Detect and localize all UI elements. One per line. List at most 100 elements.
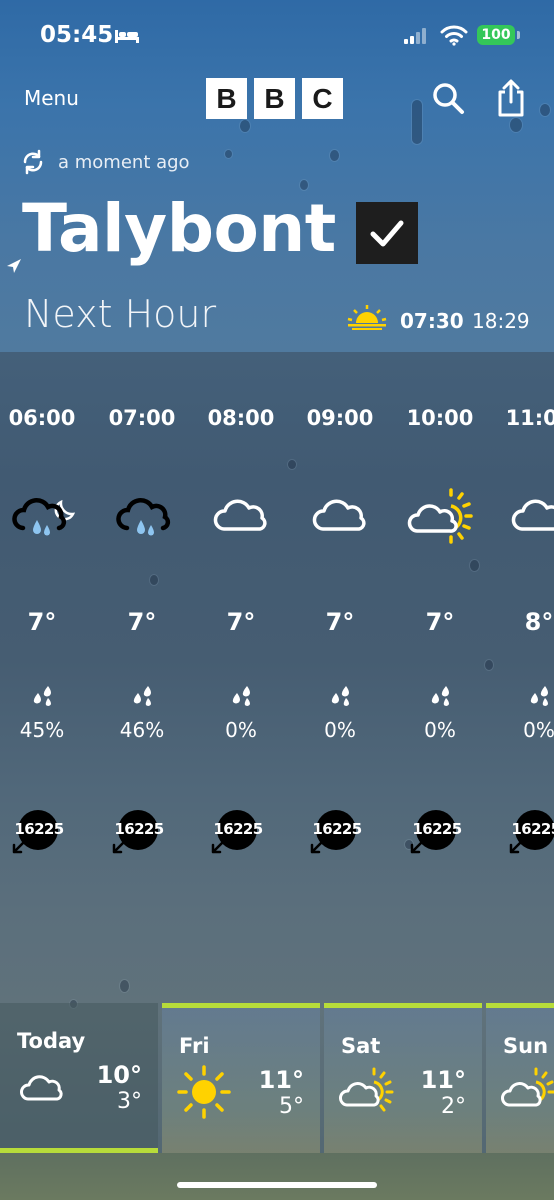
raindrops-icon bbox=[331, 686, 349, 706]
raindrops-icon bbox=[232, 686, 250, 706]
hourly-slot[interactable]: 06:00 7° 45% 16225 bbox=[0, 352, 92, 892]
day-name: Sat bbox=[341, 1034, 381, 1058]
cellular-signal-icon bbox=[404, 28, 426, 44]
hour-time: 07:00 bbox=[108, 406, 176, 430]
hour-temperature: 7° bbox=[27, 608, 57, 636]
cloud-icon bbox=[511, 499, 554, 531]
cloud-sun-icon bbox=[407, 488, 473, 544]
day-high-temp: 11° bbox=[258, 1066, 304, 1094]
sunrise-time: 07:30 bbox=[400, 309, 464, 333]
wind-speed: 16225 bbox=[312, 820, 362, 838]
day-tab-fri[interactable]: Fri 11° 5° bbox=[162, 1003, 320, 1153]
wind-direction-arrow-icon bbox=[12, 839, 27, 854]
sun-icon bbox=[177, 1065, 231, 1119]
bottom-background bbox=[0, 1153, 554, 1200]
day-low-temp: 2° bbox=[441, 1094, 466, 1119]
cloud-sun-icon bbox=[501, 1067, 554, 1107]
wifi-icon bbox=[440, 25, 468, 46]
hourly-slot[interactable]: 07:00 7° 46% 16225 bbox=[92, 352, 192, 892]
wind-speed: 16225 bbox=[511, 820, 554, 838]
rain-chance: 45% bbox=[19, 718, 65, 742]
hour-time: 08:00 bbox=[207, 406, 275, 430]
last-updated[interactable]: a moment ago bbox=[20, 148, 190, 176]
day-name: Today bbox=[17, 1029, 86, 1053]
rain-chance: 0% bbox=[523, 718, 554, 742]
day-high-temp: 10° bbox=[96, 1061, 142, 1089]
cloud-icon bbox=[312, 499, 366, 531]
wind-indicator: 16225 bbox=[509, 810, 554, 858]
wind-direction-arrow-icon bbox=[509, 839, 524, 854]
logo-letter: C bbox=[302, 78, 343, 119]
rain-chance: 0% bbox=[225, 718, 257, 742]
hour-temperature: 7° bbox=[325, 608, 355, 636]
daily-forecast[interactable]: Today 10° 3° Fri 11° 5° Sat 11° 2° Sun bbox=[0, 1003, 554, 1153]
hour-temperature: 8° bbox=[524, 608, 554, 636]
wind-indicator: 16225 bbox=[112, 810, 172, 858]
wind-indicator: 16225 bbox=[211, 810, 271, 858]
status-time: 05:45 bbox=[40, 22, 114, 48]
cloud-sun-icon bbox=[339, 1067, 394, 1112]
wind-speed: 16225 bbox=[114, 820, 164, 838]
hourly-forecast[interactable]: 06:00 7° 45% 16225 07:00 7° 46% 16225 08… bbox=[0, 352, 554, 912]
wind-direction-arrow-icon bbox=[410, 839, 425, 854]
sleep-focus-icon bbox=[115, 30, 139, 43]
raindrops-icon bbox=[33, 686, 51, 706]
battery-indicator: 100 bbox=[477, 25, 520, 45]
home-indicator[interactable] bbox=[177, 1182, 377, 1188]
logo-letter: B bbox=[206, 78, 247, 119]
day-name: Sun bbox=[503, 1034, 549, 1058]
rain-chance: 46% bbox=[119, 718, 165, 742]
hourly-slot[interactable]: 11:00 8° 0% 16225 bbox=[489, 352, 554, 892]
hourly-slot[interactable]: 08:00 7° 0% 16225 bbox=[191, 352, 291, 892]
bbc-logo[interactable]: B B C bbox=[206, 78, 343, 119]
raindrops-icon bbox=[133, 686, 151, 706]
menu-button[interactable]: Menu bbox=[24, 86, 79, 110]
cloud-icon bbox=[20, 1075, 63, 1101]
rain-chance: 0% bbox=[424, 718, 456, 742]
day-tab-sat[interactable]: Sat 11° 2° bbox=[324, 1003, 482, 1153]
cloud-rain-icon bbox=[116, 497, 171, 536]
cloud-rain-moon-icon bbox=[12, 497, 76, 536]
hour-time: 09:00 bbox=[306, 406, 374, 430]
hourly-slot[interactable]: 10:00 7° 0% 16225 bbox=[390, 352, 490, 892]
refresh-icon[interactable] bbox=[20, 149, 46, 175]
forecast-heading: Next Hour bbox=[24, 292, 217, 336]
day-tab-sun[interactable]: Sun bbox=[486, 1003, 554, 1153]
wind-direction-arrow-icon bbox=[211, 839, 226, 854]
search-icon[interactable] bbox=[430, 80, 466, 116]
hourly-slot[interactable]: 09:00 7° 0% 16225 bbox=[290, 352, 390, 892]
day-tab-today[interactable]: Today 10° 3° bbox=[0, 1003, 158, 1153]
hour-temperature: 7° bbox=[425, 608, 455, 636]
wind-speed: 16225 bbox=[213, 820, 263, 838]
share-icon[interactable] bbox=[494, 78, 528, 118]
hour-time: 11:00 bbox=[505, 406, 554, 430]
updated-text: a moment ago bbox=[58, 151, 190, 173]
raindrops-icon bbox=[431, 686, 449, 706]
check-icon bbox=[370, 220, 404, 247]
day-high-temp: 11° bbox=[420, 1066, 466, 1094]
wind-speed: 16225 bbox=[412, 820, 462, 838]
hour-time: 10:00 bbox=[406, 406, 474, 430]
logo-letter: B bbox=[254, 78, 295, 119]
hour-temperature: 7° bbox=[127, 608, 157, 636]
wind-direction-arrow-icon bbox=[112, 839, 127, 854]
wind-direction-arrow-icon bbox=[310, 839, 325, 854]
sunset-time: 18:29 bbox=[472, 309, 530, 333]
hour-temperature: 7° bbox=[226, 608, 256, 636]
wind-indicator: 16225 bbox=[310, 810, 370, 858]
day-low-temp: 5° bbox=[279, 1094, 304, 1119]
location-name: Talybont bbox=[22, 190, 336, 267]
wind-indicator: 16225 bbox=[410, 810, 470, 858]
sunrise-icon bbox=[347, 305, 387, 330]
wind-indicator: 16225 bbox=[12, 810, 72, 858]
cloud-icon bbox=[213, 499, 267, 531]
rain-chance: 0% bbox=[324, 718, 356, 742]
location-arrow-icon bbox=[7, 259, 21, 273]
wind-speed: 16225 bbox=[14, 820, 64, 838]
day-low-temp: 3° bbox=[117, 1089, 142, 1114]
status-bar: 05:45 100 bbox=[0, 22, 554, 54]
save-location-checkbox[interactable] bbox=[356, 202, 418, 264]
raindrops-icon bbox=[530, 686, 548, 706]
hour-time: 06:00 bbox=[8, 406, 76, 430]
day-name: Fri bbox=[179, 1034, 210, 1058]
